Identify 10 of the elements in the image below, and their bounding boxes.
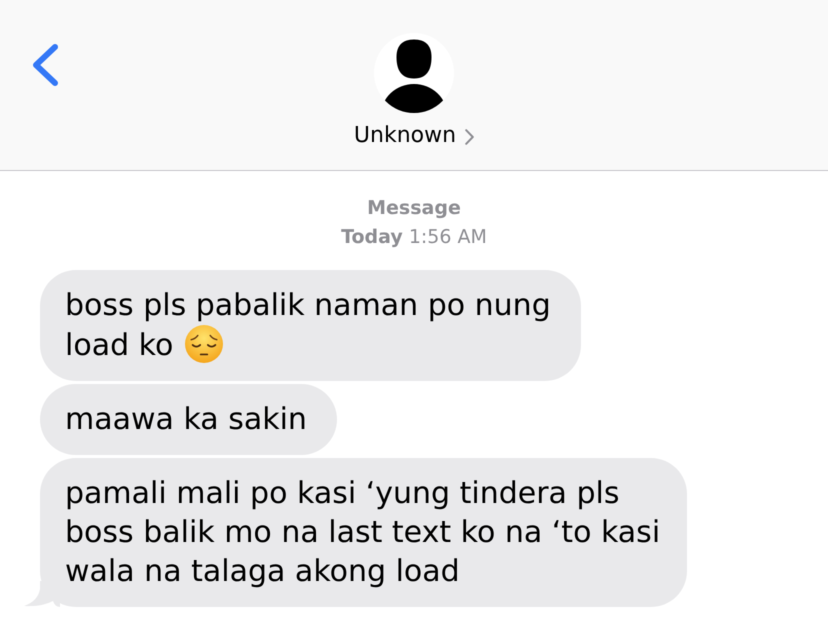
message-text: pamali mali po kasi ‘yung tindera pls boss balik mo na last text ko na ‘to kasi wala na talaga akong load	[65, 476, 660, 589]
timestamp: Today 1:56 AM	[341, 225, 487, 249]
contact-name[interactable]: Unknown	[354, 122, 474, 150]
message-type-label: Message	[367, 196, 461, 220]
avatar-silhouette-icon[interactable]	[374, 33, 454, 113]
message-text: boss pls pabalik naman po nung load ko	[65, 288, 551, 363]
chevron-right-icon	[465, 129, 474, 145]
chevron-left-icon	[33, 44, 58, 86]
back-button[interactable]	[30, 41, 61, 89]
message-text: maawa ka sakin	[65, 402, 307, 437]
